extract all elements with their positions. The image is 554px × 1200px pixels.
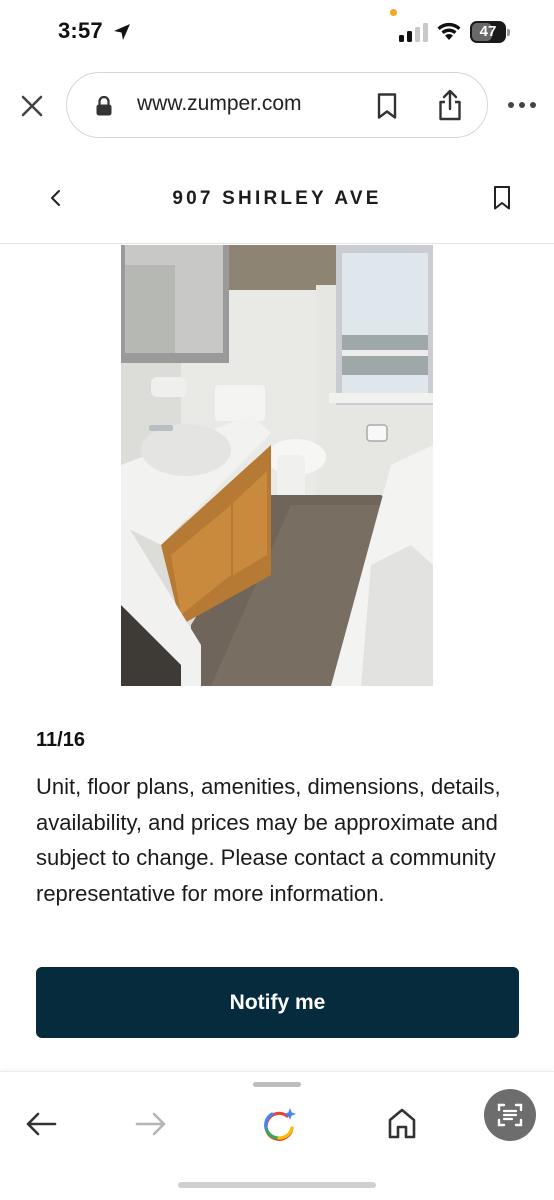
lock-icon <box>96 95 112 116</box>
close-icon[interactable] <box>18 92 46 120</box>
bathroom-photo-image <box>121 245 433 686</box>
lens-icon <box>497 1103 523 1127</box>
location-arrow-icon <box>114 24 130 40</box>
battery-icon: 47 <box>470 21 512 43</box>
home-indicator <box>178 1182 376 1188</box>
bookmark-icon[interactable] <box>375 92 399 120</box>
page-title: 907 SHIRLEY AVE <box>172 188 382 209</box>
photo-counter: 11/16 <box>36 729 85 751</box>
arrow-left-icon[interactable] <box>24 1110 58 1138</box>
url-text: www.zumper.com <box>137 92 302 115</box>
browser-bottom-toolbar <box>0 1071 554 1200</box>
browser-toolbar: www.zumper.com <box>0 64 554 146</box>
address-bar[interactable]: www.zumper.com <box>66 72 488 138</box>
battery-level: 47 <box>479 23 497 40</box>
status-time: 3:57 <box>58 18 103 43</box>
disclaimer-text: Unit, floor plans, amenities, dimensions… <box>36 774 501 906</box>
notify-me-button[interactable]: Notify me <box>36 967 519 1038</box>
google-assistant-icon[interactable] <box>260 1106 298 1144</box>
listing-photo[interactable] <box>121 245 433 686</box>
more-dots-icon[interactable] <box>506 100 538 110</box>
bookmark-outline-icon[interactable] <box>492 185 512 211</box>
sheet-grabber[interactable] <box>253 1082 301 1087</box>
wifi-icon <box>437 22 461 40</box>
status-bar: 3:57 47 <box>0 0 554 62</box>
listing-header: 907 SHIRLEY AVE <box>0 160 554 244</box>
arrow-right-icon[interactable] <box>134 1110 168 1138</box>
signal-bars-icon <box>399 23 428 42</box>
home-icon[interactable] <box>386 1106 418 1140</box>
lens-button[interactable] <box>484 1089 536 1141</box>
share-icon[interactable] <box>436 88 464 122</box>
privacy-dot-icon <box>390 9 397 16</box>
